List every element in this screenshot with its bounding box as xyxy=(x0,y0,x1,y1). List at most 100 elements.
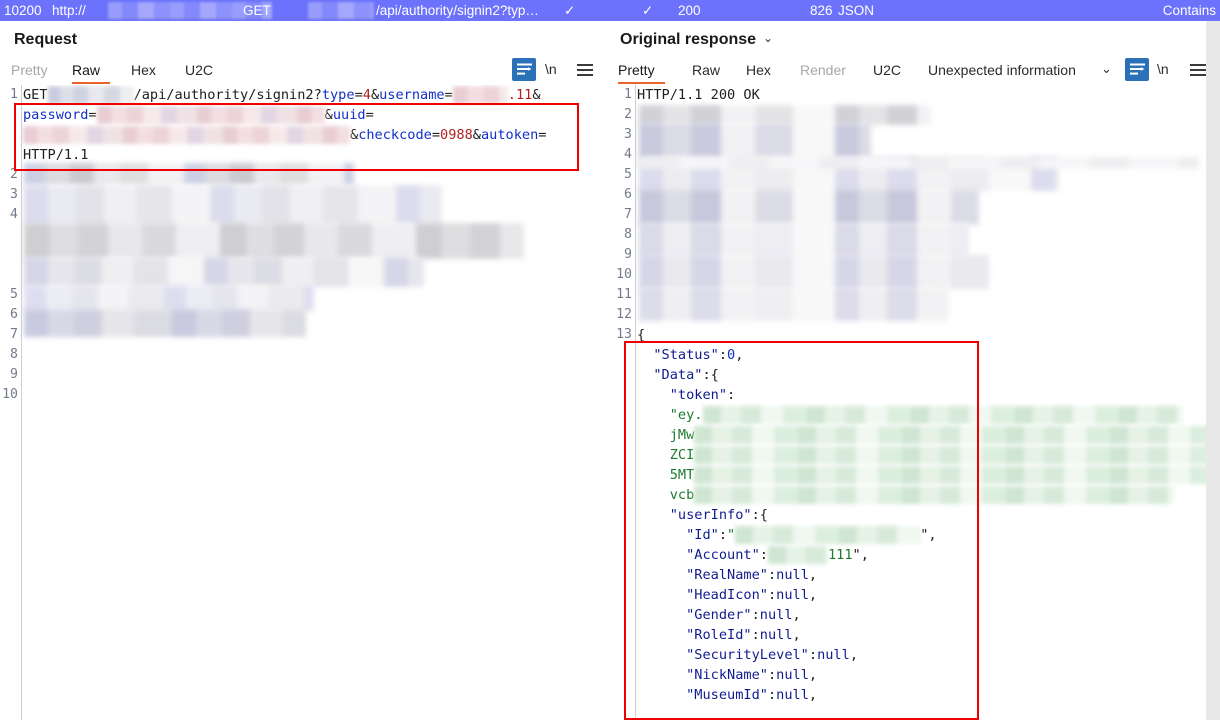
tabs-overflow-chevron-icon[interactable]: ⌄ xyxy=(1101,57,1112,84)
response-body-line: "NickName":null, xyxy=(686,667,818,683)
window-scroll-rail[interactable] xyxy=(1206,21,1220,720)
query-key-type: type xyxy=(321,87,355,103)
response-body-line: "Id":" ", xyxy=(686,526,937,544)
line-number: 13 xyxy=(616,327,632,342)
tab-response-hex[interactable]: Hex xyxy=(746,57,780,84)
history-cell-method: GET xyxy=(243,3,271,18)
tab-request-pretty[interactable]: Pretty xyxy=(11,57,59,84)
line-number: 11 xyxy=(616,287,632,302)
username-tail: .11 xyxy=(507,87,533,103)
history-cell-mime: JSON xyxy=(838,3,875,18)
history-cell-path: /api/authority/signin2?typ… xyxy=(376,3,539,18)
response-body-line: "userInfo":{ xyxy=(669,507,768,523)
newline-toggle[interactable]: \n xyxy=(1157,58,1169,81)
redacted-block xyxy=(694,486,1175,504)
response-body-line: { xyxy=(637,327,646,343)
request-headers-redacted xyxy=(23,163,604,365)
line-number: 1 xyxy=(624,87,632,102)
password-redacted-block xyxy=(96,106,325,124)
request-pane-title: Request xyxy=(14,31,78,48)
query-key-username: username xyxy=(379,87,445,103)
response-body-line: "Account": 111", xyxy=(686,546,869,564)
query-key-uuid: uuid xyxy=(332,107,366,123)
response-body-line: "Data":{ xyxy=(653,367,719,383)
request-path: /api/authority/signin2? xyxy=(133,87,322,103)
tab-response-u2c[interactable]: U2C xyxy=(873,57,909,84)
tab-response-pretty[interactable]: Pretty xyxy=(618,57,665,84)
line-number: 10 xyxy=(616,267,632,282)
response-pane-title[interactable]: Original response ⌄ xyxy=(620,31,773,49)
tab-response-unexpected-information[interactable]: Unexpected information xyxy=(928,57,1103,84)
history-cell-length: 826 xyxy=(810,3,833,18)
redacted-block xyxy=(694,466,1220,484)
tab-response-raw[interactable]: Raw xyxy=(692,57,728,84)
response-tabstrip: Pretty Raw Hex Render U2C Unexpected inf… xyxy=(604,57,1220,85)
request-pane: Request Pretty Raw Hex U2C \n 1 2 3 4 5 … xyxy=(0,21,604,720)
username-redacted-block xyxy=(452,86,508,104)
query-key-checkcode: checkcode xyxy=(358,127,432,143)
history-cell-protocol: http:// xyxy=(52,3,86,18)
request-line-1b: password= &uuid= xyxy=(23,106,374,124)
response-code[interactable]: HTTP/1.1 200 OK { "Status":0, "Data":{ "t… xyxy=(637,85,1220,720)
line-number: 2 xyxy=(624,107,632,122)
http-method: GET xyxy=(23,87,48,103)
response-body-line: "MuseumId":null, xyxy=(686,687,818,703)
chevron-down-icon[interactable]: ⌄ xyxy=(763,31,773,45)
tab-request-raw[interactable]: Raw xyxy=(72,57,110,84)
line-number: 12 xyxy=(616,307,632,322)
response-body-line: "SecurityLevel":null, xyxy=(686,647,858,663)
host-redacted-block xyxy=(47,86,134,104)
response-body-line: vcb xyxy=(637,485,1220,505)
line-number: 4 xyxy=(624,147,632,162)
response-body-line: jMw xyxy=(637,425,1220,445)
response-status-line: HTTP/1.1 200 OK xyxy=(637,87,760,103)
history-cell-params-check: ✓ xyxy=(642,3,654,18)
response-body-line: "Gender":null, xyxy=(686,607,801,623)
query-key-password: password xyxy=(23,107,89,123)
proxy-history-selected-row[interactable]: 10200 http:// GET /api/authority/signin2… xyxy=(0,0,1220,21)
line-number: 6 xyxy=(624,187,632,202)
line-number: 3 xyxy=(624,127,632,142)
redacted-block xyxy=(694,426,1220,444)
history-cell-edited-check: ✓ xyxy=(564,3,576,18)
tab-request-u2c[interactable]: U2C xyxy=(185,57,221,84)
request-line-1c: &checkcode=0988&autoken= xyxy=(23,125,604,145)
hamburger-menu-icon[interactable] xyxy=(575,58,595,81)
response-headers-redacted xyxy=(637,105,1220,325)
response-body-line: "HeadIcon":null, xyxy=(686,587,818,603)
request-code[interactable]: GET/api/authority/signin2?type=4&usernam… xyxy=(23,85,604,720)
redacted-block xyxy=(735,526,921,544)
query-val-type: 4 xyxy=(362,87,371,103)
request-tabstrip: Pretty Raw Hex U2C \n xyxy=(0,57,604,85)
query-key-autoken: autoken xyxy=(480,127,539,143)
response-body-line: "RealName":null, xyxy=(686,567,818,583)
response-editor[interactable]: 1 2 3 4 5 6 7 8 9 10 11 12 13 HTTP/1.1 200 OK{ "Stat… xyxy=(604,85,1220,720)
query-val-checkcode: 0988 xyxy=(440,127,473,143)
response-gutter: 1 2 3 4 5 6 7 8 9 10 11 12 13 xyxy=(604,85,636,720)
response-body-line: "Status":0, xyxy=(653,347,744,363)
request-line-1a: GET/api/authority/signin2?type=4&usernam… xyxy=(23,86,541,104)
response-body-line: ZCI xyxy=(637,445,1220,465)
redacted-block xyxy=(767,546,828,564)
line-number: 5 xyxy=(624,167,632,182)
tab-response-render[interactable]: Render xyxy=(800,57,855,84)
history-cell-filter-label: Contains xyxy=(1162,3,1216,18)
request-editor[interactable]: 1 2 3 4 5 6 7 8 9 10 GET/api/authority/s… xyxy=(0,85,604,720)
response-body-line: "ey. xyxy=(637,405,1220,425)
request-line-1d: HTTP/1.1 xyxy=(23,145,604,165)
newline-toggle[interactable]: \n xyxy=(545,58,557,81)
line-number: 9 xyxy=(624,247,632,262)
response-body-line: "token": xyxy=(669,387,736,403)
word-wrap-icon[interactable] xyxy=(1125,58,1149,81)
redacted-block xyxy=(702,406,1183,424)
redacted-block xyxy=(694,446,1220,464)
history-cell-port: 10200 xyxy=(4,3,42,18)
word-wrap-icon[interactable] xyxy=(512,58,536,81)
tab-request-hex[interactable]: Hex xyxy=(131,57,165,84)
request-http-version: HTTP/1.1 xyxy=(23,147,89,163)
uuid-redacted-block xyxy=(23,126,350,144)
history-cell-path-prefix-redacted xyxy=(308,2,374,19)
history-cell-status: 200 xyxy=(678,3,701,18)
response-body-line: "RoleId":null, xyxy=(686,627,801,643)
hamburger-menu-icon[interactable] xyxy=(1188,58,1208,81)
